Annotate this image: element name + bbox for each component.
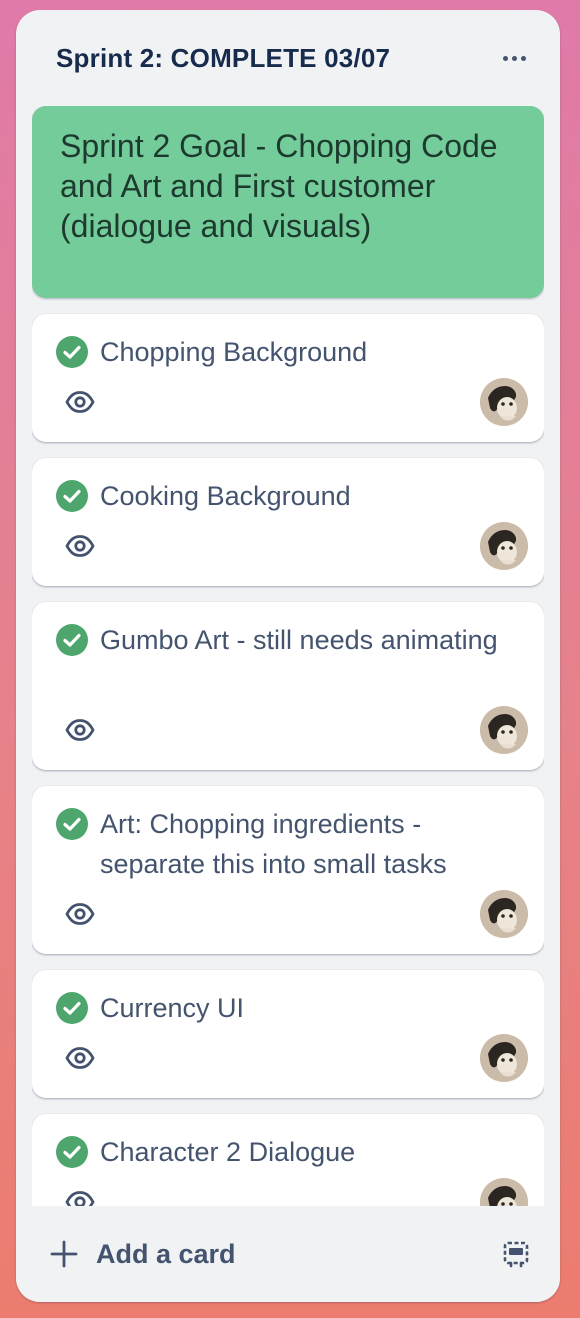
card-template-icon [496, 1241, 536, 1276]
card[interactable]: Gumbo Art - still needs animating [32, 602, 544, 770]
list-footer: Add a card [16, 1206, 560, 1302]
card-title: Character 2 Dialogue [100, 1137, 356, 1167]
member-avatar[interactable] [480, 706, 528, 754]
ellipsis-icon [502, 55, 508, 61]
list-column: Sprint 2: COMPLETE 03/07 Sprint 2 Goal -… [16, 10, 560, 1302]
goal-card[interactable]: Sprint 2 Goal - Chopping Code and Art an… [32, 106, 544, 298]
checkmark-icon[interactable] [56, 1136, 88, 1168]
card[interactable]: Currency UI [32, 970, 544, 1098]
member-avatar[interactable] [480, 890, 528, 938]
eye-icon [64, 390, 96, 414]
eye-icon [64, 902, 96, 926]
card-title: Art: Chopping ingredients - separate thi… [100, 809, 447, 879]
list-header: Sprint 2: COMPLETE 03/07 [16, 10, 560, 106]
card-title: Currency UI [100, 993, 245, 1023]
member-avatar[interactable] [480, 1034, 528, 1082]
list-title[interactable]: Sprint 2: COMPLETE 03/07 [56, 43, 390, 74]
card-list: Sprint 2 Goal - Chopping Code and Art an… [32, 106, 544, 1216]
card[interactable]: Cooking Background [32, 458, 544, 586]
add-card-button[interactable]: Add a card [40, 1228, 460, 1280]
card[interactable]: Art: Chopping ingredients - separate thi… [32, 786, 544, 954]
checkmark-icon[interactable] [56, 992, 88, 1024]
member-avatar[interactable] [480, 522, 528, 570]
card-template-button[interactable] [496, 1236, 536, 1272]
checkmark-icon[interactable] [56, 336, 88, 368]
checkmark-icon[interactable] [56, 480, 88, 512]
list-menu-button[interactable] [494, 40, 534, 76]
checkmark-icon[interactable] [56, 624, 88, 656]
card-title: Gumbo Art - still needs animating [100, 625, 498, 655]
card[interactable]: Chopping Background [32, 314, 544, 442]
card-title: Cooking Background [100, 481, 351, 511]
plus-icon [40, 1234, 90, 1274]
add-card-label: Add a card [96, 1238, 236, 1269]
card[interactable]: Character 2 Dialogue [32, 1114, 544, 1216]
checkmark-icon[interactable] [56, 808, 88, 840]
ellipsis-dot [511, 55, 517, 61]
eye-icon [64, 718, 96, 742]
eye-icon [64, 534, 96, 558]
ellipsis-dot [520, 55, 526, 61]
goal-card-title: Sprint 2 Goal - Chopping Code and Art an… [60, 128, 498, 244]
member-avatar[interactable] [480, 378, 528, 426]
card-title: Chopping Background [100, 337, 368, 367]
eye-icon [64, 1046, 96, 1070]
